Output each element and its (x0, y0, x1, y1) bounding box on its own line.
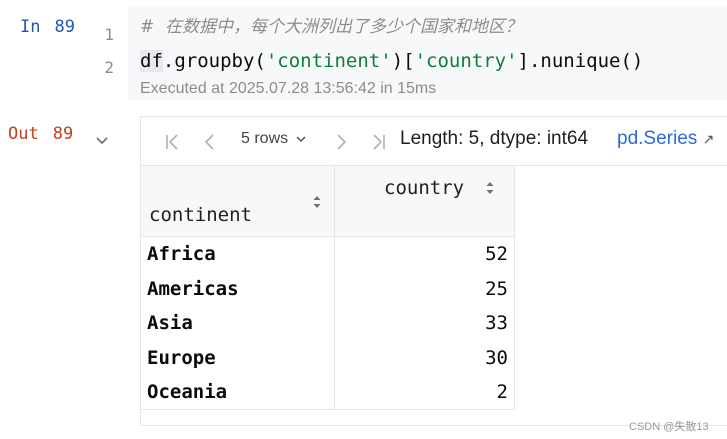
output-prompt-word: Out (8, 124, 39, 144)
value-header-label: country (384, 177, 465, 199)
line-number: 2 (104, 58, 114, 77)
row-key: Africa (147, 243, 216, 265)
value-column-header[interactable]: country (335, 166, 515, 236)
sort-icon[interactable] (312, 193, 322, 209)
table-row[interactable]: Oceania 2 (141, 375, 515, 410)
series-type-link[interactable]: pd.Series ↗ (617, 128, 714, 150)
table-body: Africa 52 Americas 25 Asia 33 Europe 30 … (141, 237, 515, 410)
line-number-gutter: 1 2 (100, 18, 114, 84)
row-value: 30 (485, 347, 508, 369)
output-exec-count: 89 (52, 124, 74, 144)
table-bottom-border (141, 409, 515, 410)
code-comment: # 在数据中，每个大洲列出了多少个国家和地区？ (140, 17, 523, 37)
input-prompt-word: In (20, 17, 41, 37)
code-string: 'country' (414, 50, 518, 72)
row-value: 2 (496, 381, 508, 403)
row-key: Oceania (147, 381, 228, 403)
first-page-icon[interactable] (162, 131, 184, 153)
line-number: 1 (104, 25, 114, 44)
rows-count-label: 5 rows (241, 130, 289, 147)
series-info: Length: 5, dtype: int64 (400, 128, 589, 149)
row-key: Americas (147, 278, 239, 300)
table-row[interactable]: Africa 52 (141, 237, 515, 272)
next-page-icon[interactable] (330, 131, 352, 153)
index-column-header[interactable]: continent (141, 166, 335, 236)
code-editor[interactable]: # 在数据中，每个大洲列出了多少个国家和地区？ df.groupby('cont… (128, 6, 727, 100)
series-type-label: pd.Series (617, 128, 698, 149)
code-token: .groupby( (162, 50, 266, 72)
watermark: CSDN @失散13 (629, 421, 709, 433)
row-key: Asia (147, 312, 193, 334)
sort-icon[interactable] (485, 179, 495, 195)
table-row[interactable]: Europe 30 (141, 341, 515, 376)
code-line: df.groupby('continent')['country'].nuniq… (140, 48, 643, 74)
last-page-icon[interactable] (367, 131, 389, 153)
external-link-icon: ↗ (702, 131, 715, 147)
row-value: 33 (485, 312, 508, 334)
collapse-chevron-icon[interactable] (93, 131, 111, 149)
execution-info: Executed at 2025.07.28 13:56:42 in 15ms (140, 80, 437, 97)
row-key: Europe (147, 347, 216, 369)
table-row[interactable]: Asia 33 (141, 306, 515, 341)
index-header-label: continent (149, 204, 252, 226)
output-prompt: Out 89 (8, 124, 73, 144)
code-token: ].nunique() (517, 50, 644, 72)
table-header: continent country (141, 166, 515, 237)
output-frame: 5 rows Length: 5, dtype: int64 pd.Series… (140, 116, 727, 426)
input-prompt: In 89 (20, 17, 75, 37)
input-exec-count: 89 (54, 17, 75, 37)
rows-per-page-select[interactable]: 5 rows (241, 130, 308, 148)
prev-page-icon[interactable] (199, 131, 221, 153)
code-string: 'continent' (265, 50, 392, 72)
code-token: )[ (391, 50, 415, 72)
chevron-down-icon (294, 132, 308, 146)
output-toolbar: 5 rows Length: 5, dtype: int64 pd.Series… (141, 117, 727, 166)
row-value: 25 (485, 278, 508, 300)
code-variable: df (140, 50, 163, 72)
row-value: 52 (485, 243, 508, 265)
series-table: continent country Africa 52 Americas 25 … (141, 166, 515, 410)
table-row[interactable]: Americas 25 (141, 272, 515, 307)
